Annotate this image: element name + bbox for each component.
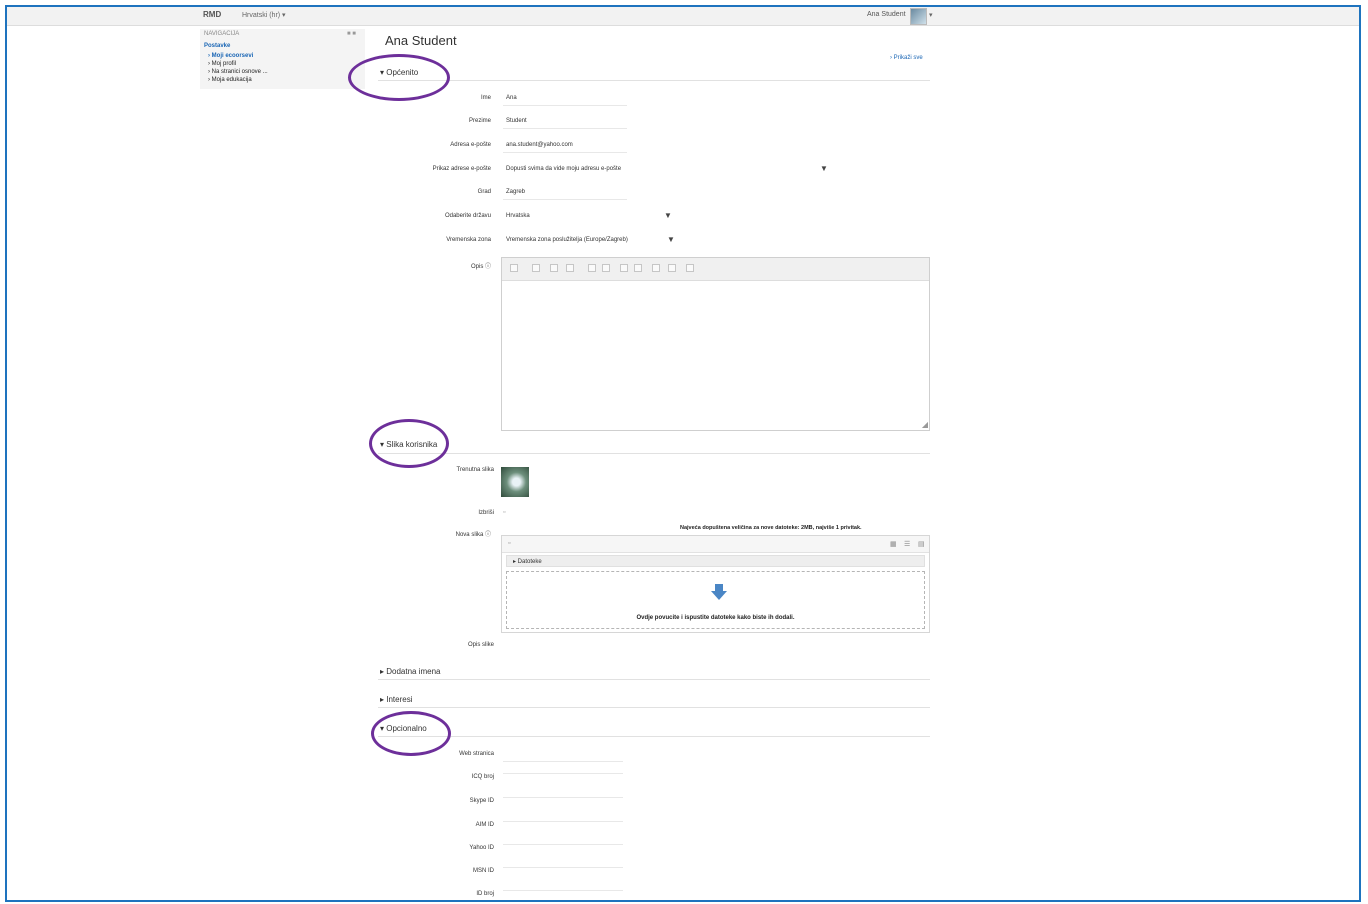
user-menu-caret-icon[interactable]: ▾ [929, 11, 933, 19]
field-label-description: Opis ⓘ [470, 264, 491, 270]
field-label-lastname: Prezime [468, 118, 491, 124]
field-label-delete-picture: Izbriši [478, 510, 494, 516]
highlight-circle [369, 419, 449, 468]
file-picker-toolbar: ▫ ▦ ☰ ▤ [502, 536, 929, 553]
input-underline[interactable] [503, 761, 623, 762]
field-city-input[interactable]: Zagreb [506, 189, 525, 195]
nav-item-my-courses[interactable]: › Moji ecoorsevi [208, 53, 253, 59]
editor-file-icon[interactable] [686, 264, 694, 272]
field-label-id-number: ID broj [476, 891, 494, 897]
field-label-new-picture: Nova slika ⓘ [455, 532, 491, 538]
section-interests-header[interactable]: ▸ Interesi [380, 695, 412, 704]
input-underline[interactable] [503, 867, 623, 868]
editor-link-icon[interactable] [620, 264, 628, 272]
nav-item-site-pages[interactable]: › Na stranici osnove ... [208, 69, 268, 75]
timezone-select[interactable]: Vremenska zona poslužitelja (Europe/Zagr… [506, 237, 628, 243]
input-underline[interactable] [503, 844, 623, 845]
input-underline [503, 199, 627, 200]
user-avatar[interactable] [910, 8, 927, 25]
input-underline[interactable] [503, 773, 623, 774]
dropdown-arrow-icon[interactable]: ▼ [820, 164, 828, 173]
dropdown-arrow-icon[interactable]: ▼ [664, 211, 672, 220]
files-folder[interactable]: ▸ Datoteke [506, 555, 925, 567]
filesize-note: Najveća dopuštena veličina za nove datot… [680, 525, 862, 531]
section-divider [378, 736, 930, 737]
site-brand[interactable]: RMD [203, 10, 221, 19]
page-title: Ana Student [385, 33, 457, 48]
editor-bold-icon[interactable] [532, 264, 540, 272]
user-menu-name[interactable]: Ana Student [867, 11, 906, 18]
input-underline [503, 152, 627, 153]
section-extra-names-header[interactable]: ▸ Dodatna imena [380, 667, 441, 676]
description-editor[interactable]: ◢ [501, 257, 930, 431]
field-label-aim: AIM ID [475, 822, 494, 828]
file-dropzone[interactable]: Ovdje povucite i ispustite datoteke kako… [506, 571, 925, 629]
highlight-circle [348, 54, 450, 101]
input-underline[interactable] [503, 821, 623, 822]
editor-bullet-list-icon[interactable] [588, 264, 596, 272]
input-underline [503, 128, 627, 129]
view-list-icon[interactable]: ☰ [904, 540, 910, 548]
field-label-msn: MSN ID [473, 868, 494, 874]
file-picker[interactable]: ▫ ▦ ☰ ▤ ▸ Datoteke Ovdje povucite i ispu… [501, 535, 930, 633]
field-label-current-picture: Trenutna slika [456, 467, 494, 473]
field-label-firstname: Ime [480, 95, 491, 101]
input-underline [503, 105, 627, 106]
field-label-website: Web stranica [459, 751, 494, 757]
field-label-timezone: Vremenska zona [446, 237, 491, 243]
field-label-yahoo: Yahoo ID [469, 845, 494, 851]
field-label-country: Odaberite državu [444, 213, 491, 219]
view-tree-icon[interactable]: ▤ [918, 540, 925, 548]
resize-grip-icon[interactable]: ◢ [922, 420, 928, 429]
field-lastname-input[interactable]: Student [506, 118, 527, 124]
view-icons-icon[interactable]: ▦ [890, 540, 897, 548]
field-label-city: Grad [477, 189, 491, 195]
section-divider [378, 679, 930, 680]
navigation-block: NAVIGACIJA ■ ■ Postavke › Moji ecoorsevi… [200, 29, 365, 89]
editor-italic-icon[interactable] [550, 264, 558, 272]
highlight-circle [371, 711, 451, 756]
section-divider [378, 453, 930, 454]
input-underline[interactable] [503, 890, 623, 891]
navigation-header: NAVIGACIJA [204, 31, 240, 37]
nav-item-my-education[interactable]: › Moja edukacija [208, 77, 252, 83]
section-divider [378, 707, 930, 708]
language-menu[interactable]: Hrvatski (hr) ▾ [242, 11, 286, 19]
nav-item-my-profile[interactable]: › Moj profil [208, 61, 236, 67]
add-file-icon[interactable]: ▫ [508, 540, 510, 547]
editor-media-icon[interactable] [668, 264, 676, 272]
field-label-picture-description: Opis slike [467, 642, 494, 648]
field-label-icq: ICQ broj [471, 774, 494, 780]
expand-all-link[interactable]: › Prikaži sve [890, 55, 923, 61]
section-divider [378, 80, 930, 81]
field-label-email-display: Prikaz adrese e-pošte [432, 166, 491, 172]
editor-unlink-icon[interactable] [634, 264, 642, 272]
field-label-email: Adresa e-pošte [450, 142, 491, 148]
dropzone-text: Ovdje povucite i ispustite datoteke kako… [636, 615, 795, 621]
country-select[interactable]: Hrvatska [506, 213, 530, 219]
editor-underline-icon[interactable] [566, 264, 574, 272]
email-display-select[interactable]: Dopusti svima da vide moju adresu e-pošt… [506, 166, 621, 172]
editor-toolbar [502, 258, 929, 281]
field-email-input[interactable]: ana.student@yahoo.com [506, 142, 573, 148]
editor-number-list-icon[interactable] [602, 264, 610, 272]
field-label-skype: Skype ID [469, 798, 494, 804]
block-actions-icon[interactable]: ■ ■ [347, 31, 356, 37]
dropdown-arrow-icon[interactable]: ▼ [667, 235, 675, 244]
top-navbar: RMD Hrvatski (hr) ▾ Ana Student ▾ [7, 7, 1359, 26]
editor-image-icon[interactable] [652, 264, 660, 272]
nav-item-settings[interactable]: Postavke [204, 43, 230, 49]
delete-picture-checkbox[interactable]: ▫ [503, 509, 505, 516]
editor-style-icon[interactable] [510, 264, 518, 272]
field-firstname-input[interactable]: Ana [506, 95, 517, 101]
current-user-picture [501, 467, 529, 497]
input-underline[interactable] [503, 797, 623, 798]
download-arrow-icon [711, 584, 727, 600]
